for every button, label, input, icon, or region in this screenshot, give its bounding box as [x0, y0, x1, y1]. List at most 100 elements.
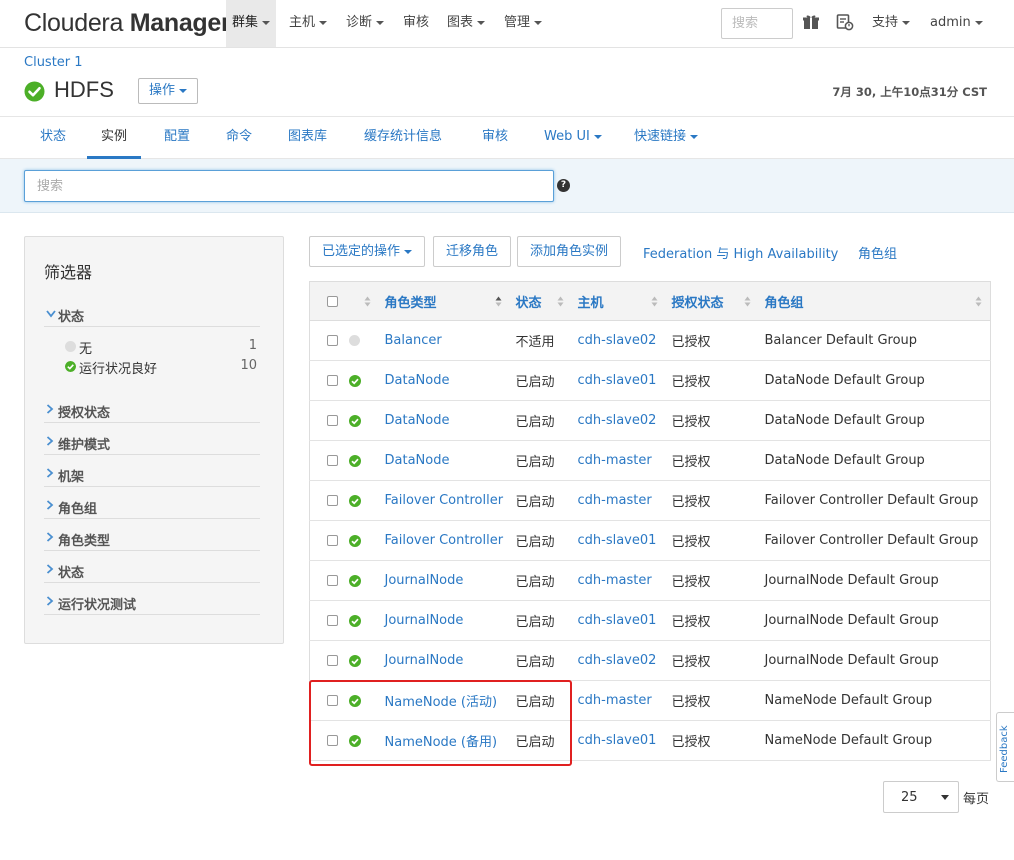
cluster-breadcrumb-link[interactable]: Cluster 1: [24, 55, 83, 70]
nav-support-menu[interactable]: 支持: [866, 0, 916, 47]
top-search-input[interactable]: [721, 8, 793, 39]
row-checkbox[interactable]: [327, 655, 338, 666]
row-checkbox[interactable]: [327, 735, 338, 746]
page-size-select[interactable]: 25: [883, 781, 959, 813]
host-link[interactable]: cdh-master: [571, 480, 666, 521]
row-checkbox[interactable]: [327, 415, 338, 426]
commission-state: 已授权: [665, 560, 759, 601]
role-type-link[interactable]: Failover Controller: [378, 480, 510, 521]
help-icon[interactable]: ?: [557, 179, 570, 192]
filter-group-commission-state[interactable]: 授权状态: [44, 399, 260, 423]
select-all-checkbox[interactable]: [327, 295, 338, 307]
role-group-column-header[interactable]: 角色组: [758, 281, 991, 321]
row-checkbox[interactable]: [327, 575, 338, 586]
filter-group-role-type[interactable]: 角色类型: [44, 527, 260, 551]
role-groups-link[interactable]: 角色组: [858, 243, 897, 262]
chevron-down-icon: [319, 20, 328, 25]
nav-audits-link[interactable]: 审核: [397, 0, 435, 47]
filter-group-maintenance-mode[interactable]: 维护模式: [44, 431, 260, 455]
role-type-link[interactable]: DataNode: [378, 400, 510, 441]
role-type-link[interactable]: DataNode: [378, 360, 510, 401]
row-checkbox[interactable]: [327, 455, 338, 466]
health-column-header[interactable]: [341, 281, 379, 321]
cloudera-manager-logo[interactable]: Cloudera Manager: [24, 9, 231, 38]
nav-charts-menu[interactable]: 图表: [441, 0, 491, 47]
chevron-down-icon: [534, 20, 543, 25]
host-link[interactable]: cdh-slave01: [571, 360, 666, 401]
migrate-roles-button[interactable]: 迁移角色: [433, 236, 512, 267]
nav-clusters-menu[interactable]: 群集: [226, 0, 277, 47]
good-health-check-icon: [65, 361, 76, 372]
sort-icon: [557, 296, 563, 307]
filter-group-state[interactable]: 状态: [44, 559, 260, 583]
row-checkbox[interactable]: [327, 335, 338, 346]
filter-option-none[interactable]: 无 1: [65, 337, 261, 357]
role-type-link[interactable]: NameNode (活动): [378, 680, 510, 721]
tab-chart-library[interactable]: 图表库: [274, 117, 341, 159]
role-type-column-header[interactable]: 角色类型: [378, 281, 510, 321]
row-health-cell: [341, 680, 379, 721]
status-column-header[interactable]: 状态: [509, 281, 572, 321]
role-type-link[interactable]: Failover Controller: [378, 520, 510, 561]
host-link[interactable]: cdh-slave01: [571, 720, 666, 761]
federation-ha-link[interactable]: Federation 与 High Availability: [643, 243, 838, 262]
host-link[interactable]: cdh-master: [571, 680, 666, 721]
host-link[interactable]: cdh-slave02: [571, 320, 666, 361]
nav-diagnostics-menu[interactable]: 诊断: [340, 0, 390, 47]
row-checkbox[interactable]: [327, 695, 338, 706]
commission-state-column-header[interactable]: 授权状态: [665, 281, 759, 321]
running-commands-icon[interactable]: [836, 13, 854, 31]
chevron-right-icon: [46, 500, 54, 510]
nav-hosts-menu[interactable]: 主机: [283, 0, 333, 47]
selected-actions-button[interactable]: 已选定的操作: [309, 236, 426, 267]
nav-user-menu[interactable]: admin: [924, 0, 989, 47]
add-role-instances-button[interactable]: 添加角色实例: [517, 236, 622, 267]
good-health-check-icon: [348, 374, 361, 387]
tab-quick-links[interactable]: 快速链接: [620, 117, 712, 159]
row-checkbox[interactable]: [327, 375, 338, 386]
host-link[interactable]: cdh-slave02: [571, 400, 666, 441]
role-type-link[interactable]: JournalNode: [378, 600, 510, 641]
filter-group-status-expanded[interactable]: 状态: [44, 303, 260, 327]
host-link[interactable]: cdh-slave02: [571, 640, 666, 681]
role-type-link[interactable]: JournalNode: [378, 560, 510, 601]
row-health-cell: [341, 440, 379, 481]
row-checkbox[interactable]: [327, 615, 338, 626]
instance-search-input[interactable]: [24, 170, 554, 202]
host-link[interactable]: cdh-slave01: [571, 520, 666, 561]
host-column-header[interactable]: 主机: [571, 281, 666, 321]
tab-configuration[interactable]: 配置: [150, 117, 204, 159]
role-type-link[interactable]: Balancer: [378, 320, 510, 361]
tab-status[interactable]: 状态: [26, 117, 80, 159]
filter-group-role-group[interactable]: 角色组: [44, 495, 260, 519]
row-health-cell: [341, 400, 379, 441]
host-link[interactable]: cdh-master: [571, 560, 666, 601]
tab-web-ui[interactable]: Web UI: [530, 117, 616, 159]
good-health-check-icon: [348, 534, 361, 547]
tab-audits[interactable]: 审核: [468, 117, 522, 159]
role-status: 已启动: [509, 680, 572, 721]
host-link[interactable]: cdh-master: [571, 440, 666, 481]
role-type-link[interactable]: JournalNode: [378, 640, 510, 681]
service-actions-button[interactable]: 操作: [138, 78, 199, 104]
tab-cache-statistics[interactable]: 缓存统计信息: [350, 117, 456, 159]
role-group-name: DataNode Default Group: [758, 440, 991, 481]
status-none-icon: [65, 341, 76, 352]
chevron-down-icon: [376, 20, 385, 25]
filter-group-rack[interactable]: 机架: [44, 463, 260, 487]
role-type-link[interactable]: DataNode: [378, 440, 510, 481]
gift-icon[interactable]: [802, 13, 820, 31]
host-link[interactable]: cdh-slave01: [571, 600, 666, 641]
row-health-cell: [341, 560, 379, 601]
row-checkbox[interactable]: [327, 495, 338, 506]
good-health-check-icon: [348, 734, 361, 747]
tab-instances[interactable]: 实例: [87, 117, 142, 159]
feedback-tab[interactable]: Feedback: [996, 712, 1014, 782]
filter-group-health-tests[interactable]: 运行状况测试: [44, 591, 260, 615]
good-health-check-icon: [348, 694, 361, 707]
role-type-link[interactable]: NameNode (备用): [378, 720, 510, 761]
row-checkbox[interactable]: [327, 535, 338, 546]
nav-administration-menu[interactable]: 管理: [498, 0, 548, 47]
tab-commands[interactable]: 命令: [212, 117, 266, 159]
filter-option-good-health[interactable]: 运行状况良好 10: [65, 357, 261, 377]
